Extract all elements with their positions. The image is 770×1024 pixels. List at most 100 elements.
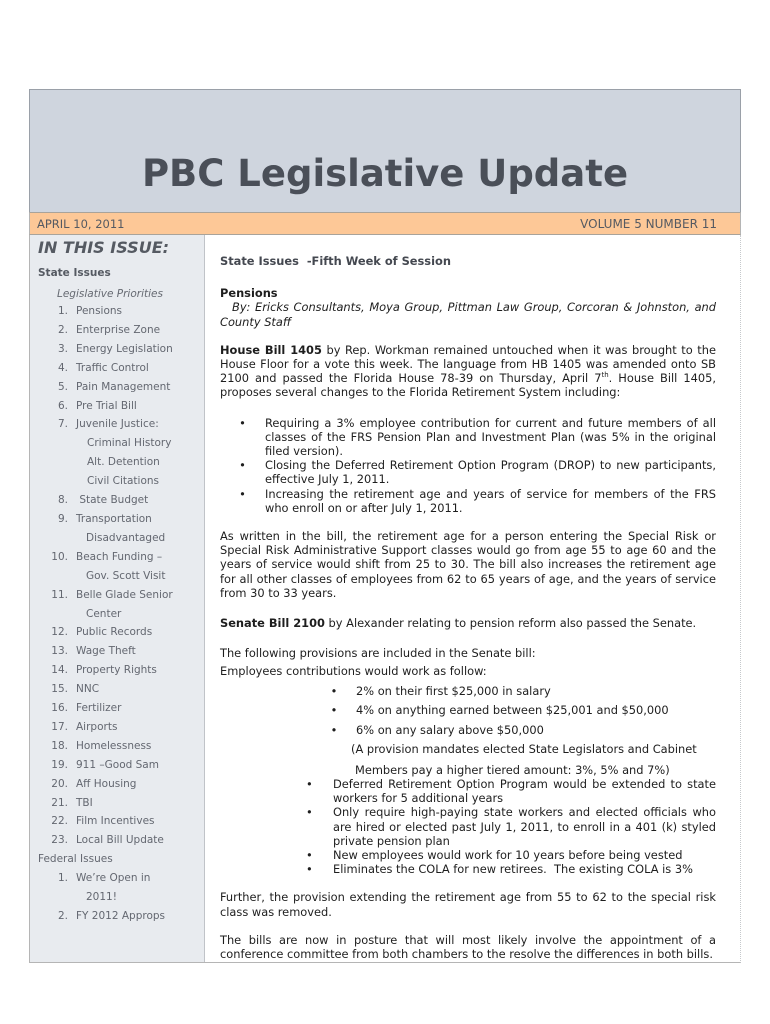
toc-item-number: 2.: [57, 910, 68, 922]
bullet-icon: •: [306, 847, 313, 862]
toc-item[interactable]: 3. Energy Legislation: [30, 340, 204, 359]
toc-subsection: Legislative Priorities: [57, 288, 163, 300]
bullet-icon: •: [306, 776, 313, 791]
toc-item-label: Aff Housing: [76, 777, 137, 790]
toc-item[interactable]: 22. Film Incentives: [30, 812, 204, 831]
article-kicker: State Issues -Fifth Week of Session: [220, 254, 451, 268]
toc-item-continuation[interactable]: Center: [30, 605, 204, 624]
byline: By: Ericks Consultants, Moya Group, Pitt…: [220, 300, 716, 328]
toc-item-number: 2.: [57, 323, 68, 336]
hb-bill-name: House Bill 1405: [220, 342, 322, 357]
toc-item-number: 13.: [51, 645, 68, 658]
toc-item[interactable]: 1. We’re Open in: [30, 869, 204, 888]
superscript: th: [601, 371, 609, 380]
provision-note: Members pay a higher tiered amount: 3%, …: [355, 762, 670, 777]
toc-item-number: 11.: [51, 588, 68, 601]
toc-item-number: 7.: [57, 418, 68, 431]
toc-item[interactable]: 21. TBI: [30, 794, 204, 813]
toc-item-label: Homelessness: [76, 739, 152, 752]
bullet-text: New employees would work for 10 years be…: [333, 847, 683, 862]
toc-item-label: Wage Theft: [76, 645, 136, 658]
toc-item[interactable]: 23. Local Bill Update: [30, 831, 204, 850]
toc-item[interactable]: 20. Aff Housing: [30, 775, 204, 794]
toc-item[interactable]: 9. Transportation: [30, 510, 204, 529]
toc-item[interactable]: 1. Pensions: [30, 302, 204, 321]
toc-item-label: FY 2012 Approps: [76, 910, 166, 922]
bullet-item: • Only require high-paying state workers …: [220, 805, 716, 848]
toc-item-continuation[interactable]: Gov. Scott Visit: [30, 567, 204, 586]
toc-item[interactable]: 19. 911 –Good Sam: [30, 756, 204, 775]
toc-item-number: 20.: [51, 777, 68, 790]
newsletter-title: PBC Legislative Update: [141, 152, 629, 195]
toc-item[interactable]: 10. Beach Funding –: [30, 548, 204, 567]
toc-item-number: 23.: [51, 834, 68, 847]
toc-section-state: State Issues: [38, 267, 111, 279]
toc-item[interactable]: 2. FY 2012 Approps: [30, 907, 204, 926]
toc-subitem[interactable]: Civil Citations: [30, 472, 204, 491]
bullet-icon: •: [239, 458, 246, 473]
closing-paragraph: The bills are now in posture that will m…: [220, 932, 716, 961]
provision-note: (A provision mandates elected State Legi…: [351, 742, 697, 757]
sb-bill-name: Senate Bill 2100: [220, 616, 325, 631]
tier-list: • 2% on their first $25,000 in salary • 4%…: [220, 682, 716, 741]
toc-item[interactable]: 18. Homelessness: [30, 737, 204, 756]
further-paragraph: Further, the provision extending the ret…: [220, 890, 716, 919]
hb-paragraph: House Bill 1405 by Rep. Workman remained…: [220, 343, 716, 400]
sb-text: by Alexander relating to pension reform …: [324, 616, 697, 631]
toc-item-label: We’re Open in: [76, 872, 151, 885]
toc-item[interactable]: 13. Wage Theft: [30, 642, 204, 661]
toc-state-list: 1. Pensions 2. Enterprise Zone 3. Energy Le…: [30, 302, 204, 850]
toc-item[interactable]: 14. Property Rights: [30, 661, 204, 680]
toc-item-label: Airports: [76, 720, 118, 733]
bullet-icon: •: [330, 683, 338, 698]
newsletter-page: PBC Legislative Update APRIL 10, 2011 VO…: [29, 89, 741, 963]
toc-item-label: Traffic Control: [76, 361, 149, 374]
volume-number: VOLUME 5 NUMBER 11: [580, 216, 717, 231]
bullet-icon: •: [306, 805, 313, 820]
toc-item-label: Pensions: [76, 305, 123, 317]
toc-item[interactable]: 2. Enterprise Zone: [30, 321, 204, 340]
byline-text: By: Ericks Consultants, Moya Group, Pitt…: [220, 300, 716, 329]
special-risk-paragraph: As written in the bill, the retirement a…: [220, 529, 716, 600]
toc-subitem[interactable]: Alt. Detention: [30, 453, 204, 472]
toc-item[interactable]: 15. NNC: [30, 680, 204, 699]
toc-item-label: Pain Management: [76, 380, 171, 393]
toc-subitem[interactable]: Criminal History: [30, 434, 204, 453]
provisions-intro: The following provisions are included in…: [220, 646, 536, 661]
toc-heading: IN THIS ISSUE:: [38, 238, 170, 257]
toc-item-label: Public Records: [76, 626, 153, 639]
toc-item-continuation[interactable]: 2011!: [30, 888, 204, 907]
toc-item-number: 19.: [51, 758, 68, 771]
toc-item[interactable]: 11. Belle Glade Senior: [30, 586, 204, 605]
bullet-text: Increasing the retirement age and years …: [265, 486, 716, 515]
toc-item[interactable]: 16. Fertilizer: [30, 699, 204, 718]
sb-bullet-list: • Deferred Retirement Option Program woul…: [220, 777, 716, 876]
toc-item-number: 17.: [51, 720, 68, 733]
body: IN THIS ISSUE: State Issues Legislative …: [29, 235, 741, 963]
bullet-item: • Closing the Deferred Retirement Option …: [220, 458, 716, 486]
sb-paragraph: Senate Bill 2100 by Alexander relating t…: [220, 616, 716, 630]
toc-item[interactable]: 4. Traffic Control: [30, 359, 204, 378]
toc-item-continuation[interactable]: Disadvantaged: [30, 529, 204, 548]
toc-item-number: 16.: [51, 702, 68, 715]
toc-item-label: Belle Glade Senior: [76, 588, 173, 601]
bullet-icon: •: [330, 722, 338, 737]
bullet-text: Deferred Retirement Option Program would…: [333, 776, 716, 806]
toc-item-number: 6.: [57, 399, 68, 412]
toc-item[interactable]: 12. Public Records: [30, 623, 204, 642]
toc-item[interactable]: 5. Pain Management: [30, 378, 204, 397]
toc-item-label: Juvenile Justice:: [76, 418, 159, 431]
bullet-text: Only require high-paying state workers a…: [333, 805, 716, 848]
toc-item-label: 911 –Good Sam: [76, 758, 159, 771]
bullet-item: • Eliminates the COLA for new retirees. T…: [220, 862, 716, 876]
toc-item[interactable]: 8. State Budget: [30, 491, 204, 510]
tier-text: 2% on their first $25,000 in salary: [356, 683, 551, 698]
toc-item-number: 22.: [51, 815, 68, 828]
toc-item[interactable]: 7. Juvenile Justice:: [30, 415, 204, 434]
toc-item[interactable]: 6. Pre Trial Bill: [30, 397, 204, 416]
article: State Issues -Fifth Week of Session Pens…: [205, 235, 740, 962]
toc-item[interactable]: 17. Airports: [30, 718, 204, 737]
tier-item: • 6% on any salary above $50,000: [220, 721, 716, 741]
tier-item: • 2% on their first $25,000 in salary: [220, 682, 716, 702]
bullet-item: • Requiring a 3% employee contribution fo…: [220, 416, 716, 459]
